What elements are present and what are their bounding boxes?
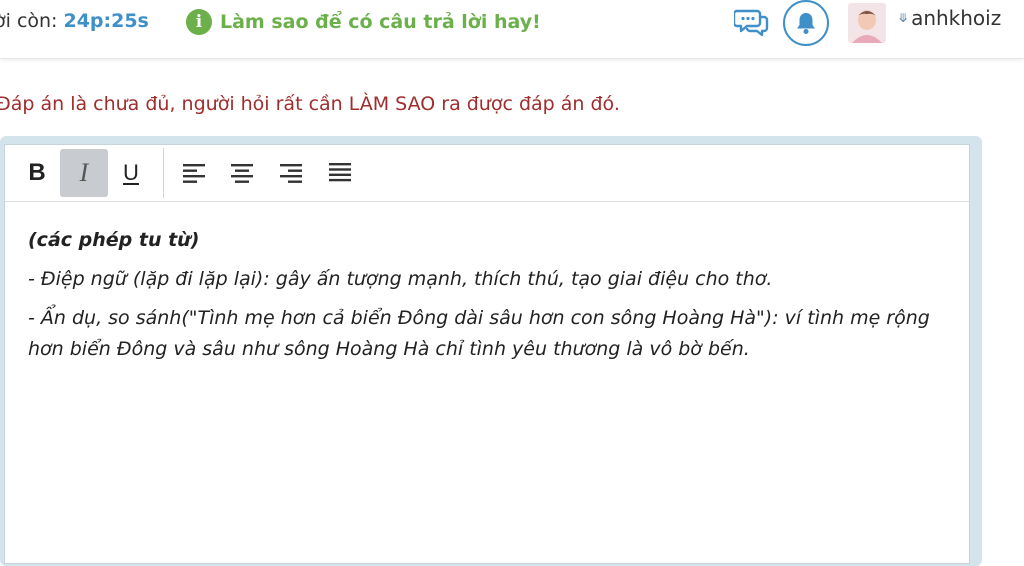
notification-bell-button[interactable] bbox=[783, 0, 829, 46]
editor-content[interactable]: (các phép tu từ) - Điệp ngữ (lặp đi lặp … bbox=[28, 225, 948, 373]
user-menu[interactable]: ⤋ anhkhoiz bbox=[898, 6, 1001, 30]
align-justify-button[interactable] bbox=[316, 149, 364, 197]
top-bar: ời còn: 24p:25s i Làm sao để có câu trả l… bbox=[0, 0, 1024, 59]
bell-icon bbox=[797, 13, 815, 34]
timer-label: ời còn: bbox=[0, 10, 58, 32]
align-justify-icon bbox=[329, 163, 351, 182]
underline-icon: U bbox=[123, 160, 139, 185]
align-left-button[interactable] bbox=[170, 149, 218, 197]
answer-editor[interactable]: B I U (các phép tu từ) - Điệp ngữ (lặp đ… bbox=[4, 144, 970, 564]
align-left-icon bbox=[183, 164, 205, 183]
italic-icon: I bbox=[79, 158, 89, 187]
bold-icon: B bbox=[28, 159, 46, 186]
answer-hint: Đáp án là chưa đủ, người hỏi rất cần LÀM… bbox=[0, 93, 620, 115]
align-right-icon bbox=[280, 164, 302, 183]
align-center-icon bbox=[231, 164, 253, 183]
italic-button[interactable]: I bbox=[60, 149, 108, 197]
editor-toolbar: B I U bbox=[5, 145, 969, 202]
tip-text: Làm sao để có câu trả lời hay! bbox=[220, 11, 541, 33]
underline-button[interactable]: U bbox=[107, 149, 155, 197]
answer-tip-link[interactable]: i Làm sao để có câu trả lời hay! bbox=[186, 9, 541, 35]
avatar[interactable] bbox=[848, 3, 886, 43]
timer-value: 24p:25s bbox=[63, 10, 149, 32]
answer-heading: (các phép tu từ) bbox=[28, 229, 200, 251]
align-center-button[interactable] bbox=[218, 149, 266, 197]
double-chevron-down-icon: ⤋ bbox=[898, 11, 909, 25]
bold-button[interactable]: B bbox=[13, 149, 61, 197]
align-right-button[interactable] bbox=[267, 149, 315, 197]
info-icon: i bbox=[186, 9, 212, 35]
toolbar-divider bbox=[163, 148, 164, 198]
answer-line: - Ẩn dụ, so sánh("Tình mẹ hơn cả biển Đô… bbox=[28, 307, 930, 360]
chat-icon[interactable] bbox=[732, 7, 770, 39]
username: anhkhoiz bbox=[911, 6, 1002, 30]
time-remaining: ời còn: 24p:25s bbox=[0, 10, 149, 32]
answer-line: - Điệp ngữ (lặp đi lặp lại): gây ấn tượn… bbox=[28, 268, 773, 290]
